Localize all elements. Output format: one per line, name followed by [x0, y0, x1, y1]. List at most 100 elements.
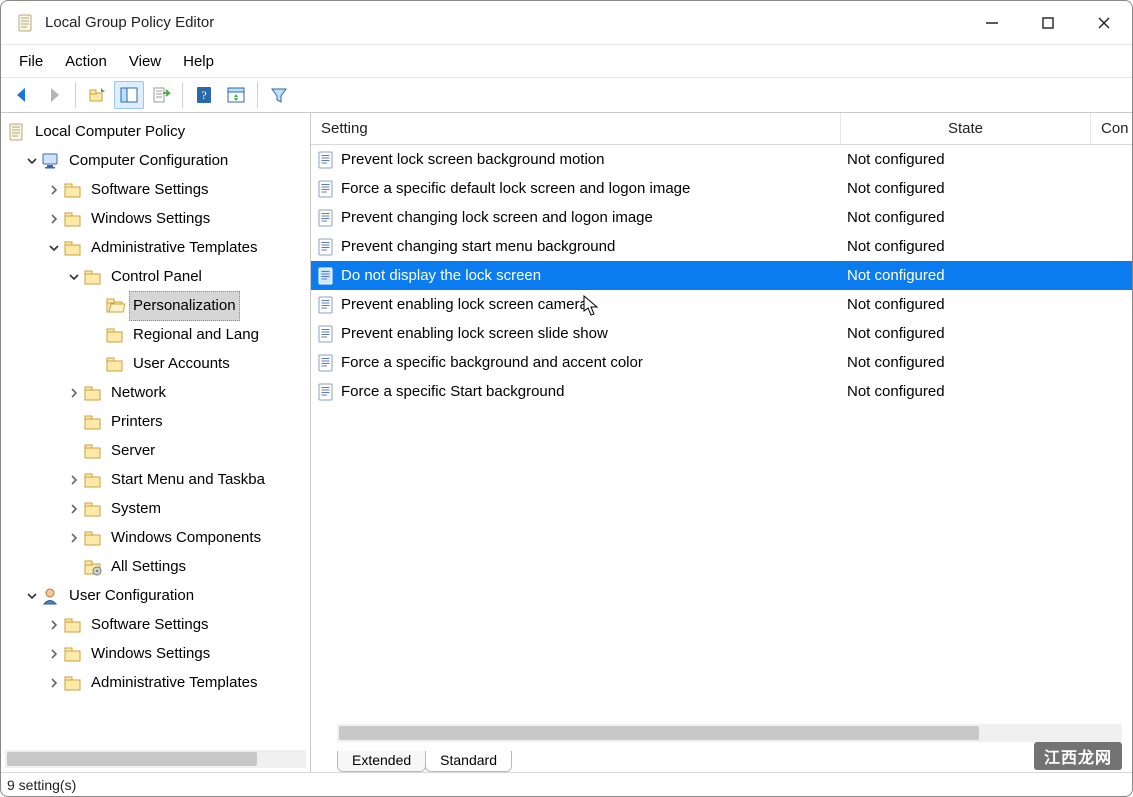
setting-row[interactable]: Force a specific background and accent c… — [311, 348, 1132, 377]
refresh-button[interactable] — [221, 81, 251, 109]
svg-text:?: ? — [201, 88, 206, 102]
tree-pane: Local Computer PolicyComputer Configurat… — [1, 113, 311, 772]
expand-chevron-icon[interactable] — [65, 442, 83, 460]
maximize-button[interactable] — [1020, 1, 1076, 44]
tab-extended[interactable]: Extended — [337, 751, 426, 772]
tree-uc-windows[interactable]: Windows Settings — [1, 639, 310, 668]
folder-icon — [83, 470, 103, 490]
column-header-setting[interactable]: Setting — [311, 113, 841, 144]
folder-icon — [63, 673, 83, 693]
menu-help[interactable]: Help — [179, 51, 228, 72]
tree-uc-software[interactable]: Software Settings — [1, 610, 310, 639]
tree-user-config[interactable]: User Configuration — [1, 581, 310, 610]
expand-chevron-icon[interactable] — [45, 239, 63, 257]
expand-chevron-icon[interactable] — [23, 152, 41, 170]
policy-item-icon — [317, 267, 335, 285]
up-button[interactable] — [82, 81, 112, 109]
tree-all-settings[interactable]: All Settings — [1, 552, 310, 581]
expand-chevron-icon[interactable] — [65, 471, 83, 489]
setting-row[interactable]: Prevent changing lock screen and logon i… — [311, 203, 1132, 232]
expand-chevron-icon[interactable] — [65, 529, 83, 547]
watermark: 江西龙网 — [1034, 742, 1122, 770]
toolbar-separator — [257, 82, 258, 108]
expand-chevron-icon[interactable] — [45, 210, 63, 228]
tree-personalization[interactable]: Personalization — [1, 291, 310, 320]
tree-item-label: Windows Settings — [87, 640, 214, 668]
scrollbar-thumb[interactable] — [339, 726, 979, 740]
folder-open-icon — [105, 296, 125, 316]
column-header-state[interactable]: State — [841, 113, 1091, 144]
grid-body[interactable]: Prevent lock screen background motion Not… — [311, 145, 1132, 720]
toolbar-separator — [75, 82, 76, 108]
tree-item-label: User Configuration — [65, 582, 198, 610]
tree-item-label: Windows Components — [107, 524, 265, 552]
expand-chevron-icon[interactable] — [45, 181, 63, 199]
tree-cc-adm-cp[interactable]: Control Panel — [1, 262, 310, 291]
expand-chevron-icon[interactable] — [87, 326, 105, 344]
setting-row[interactable]: Force a specific default lock screen and… — [311, 174, 1132, 203]
setting-row[interactable]: Prevent lock screen background motionNot… — [311, 145, 1132, 174]
setting-row[interactable]: Force a specific Start backgroundNot con… — [311, 377, 1132, 406]
policy-item-icon — [317, 151, 335, 169]
tree-cc-adm[interactable]: Administrative Templates — [1, 233, 310, 262]
close-button[interactable] — [1076, 1, 1132, 44]
expand-chevron-icon[interactable] — [45, 674, 63, 692]
setting-name: Force a specific default lock screen and… — [341, 180, 690, 197]
filter-button[interactable] — [264, 81, 294, 109]
tree-item-label: All Settings — [107, 553, 190, 581]
setting-row[interactable]: Prevent enabling lock screen cameraNot c… — [311, 290, 1132, 319]
expand-chevron-icon[interactable] — [65, 384, 83, 402]
tab-standard[interactable]: Standard — [425, 751, 512, 772]
tree-printers[interactable]: Printers — [1, 407, 310, 436]
minimize-button[interactable] — [964, 1, 1020, 44]
setting-name: Prevent lock screen background motion — [341, 151, 604, 168]
setting-row[interactable]: Prevent enabling lock screen slide show N… — [311, 319, 1132, 348]
setting-name: Prevent enabling lock screen slide show — [341, 325, 608, 342]
tree-item-label: Administrative Templates — [87, 669, 261, 697]
tree-item-label: Computer Configuration — [65, 147, 232, 175]
menu-action[interactable]: Action — [61, 51, 121, 72]
tree-user-accounts[interactable]: User Accounts — [1, 349, 310, 378]
setting-row[interactable]: Prevent changing start menu backgroundNo… — [311, 232, 1132, 261]
export-button[interactable] — [146, 81, 176, 109]
setting-row[interactable]: Do not display the lock screenNot config… — [311, 261, 1132, 290]
tree-cc-windows[interactable]: Windows Settings — [1, 204, 310, 233]
expand-chevron-icon[interactable] — [65, 500, 83, 518]
expand-chevron-icon[interactable] — [23, 587, 41, 605]
tree-start-menu[interactable]: Start Menu and Taskba — [1, 465, 310, 494]
setting-state: Not configured — [841, 383, 1091, 400]
expand-chevron-icon[interactable] — [45, 616, 63, 634]
help-button[interactable]: ? — [189, 81, 219, 109]
expand-chevron-icon[interactable] — [65, 558, 83, 576]
tree-regional[interactable]: Regional and Lang — [1, 320, 310, 349]
expand-chevron-icon[interactable] — [45, 645, 63, 663]
tree-item-label: User Accounts — [129, 350, 234, 378]
back-button[interactable] — [7, 81, 37, 109]
expand-chevron-icon[interactable] — [87, 297, 105, 315]
tree-system[interactable]: System — [1, 494, 310, 523]
policy-item-icon — [317, 354, 335, 372]
scrollbar-thumb[interactable] — [7, 752, 257, 766]
tree-network[interactable]: Network — [1, 378, 310, 407]
tree-horizontal-scrollbar[interactable] — [5, 750, 306, 768]
tree-win-components[interactable]: Windows Components — [1, 523, 310, 552]
menu-view[interactable]: View — [125, 51, 175, 72]
forward-button[interactable] — [39, 81, 69, 109]
grid-horizontal-scrollbar[interactable] — [337, 724, 1122, 742]
tree-scroll[interactable]: Local Computer PolicyComputer Configurat… — [1, 113, 310, 750]
setting-state: Not configured — [841, 325, 1091, 342]
tree-cc-software[interactable]: Software Settings — [1, 175, 310, 204]
expand-chevron-icon[interactable] — [65, 268, 83, 286]
tree-computer-config[interactable]: Computer Configuration — [1, 146, 310, 175]
column-header-comment[interactable]: Con — [1091, 113, 1133, 144]
menu-file[interactable]: File — [15, 51, 57, 72]
window: Local Group Policy Editor File Action Vi… — [0, 0, 1133, 797]
expand-chevron-icon[interactable] — [87, 355, 105, 373]
tree-server[interactable]: Server — [1, 436, 310, 465]
tree-uc-adm[interactable]: Administrative Templates — [1, 668, 310, 697]
setting-name: Do not display the lock screen — [341, 267, 541, 284]
policy-item-icon — [317, 238, 335, 256]
show-hide-tree-button[interactable] — [114, 81, 144, 109]
expand-chevron-icon[interactable] — [65, 413, 83, 431]
tree-root[interactable]: Local Computer Policy — [1, 117, 310, 146]
